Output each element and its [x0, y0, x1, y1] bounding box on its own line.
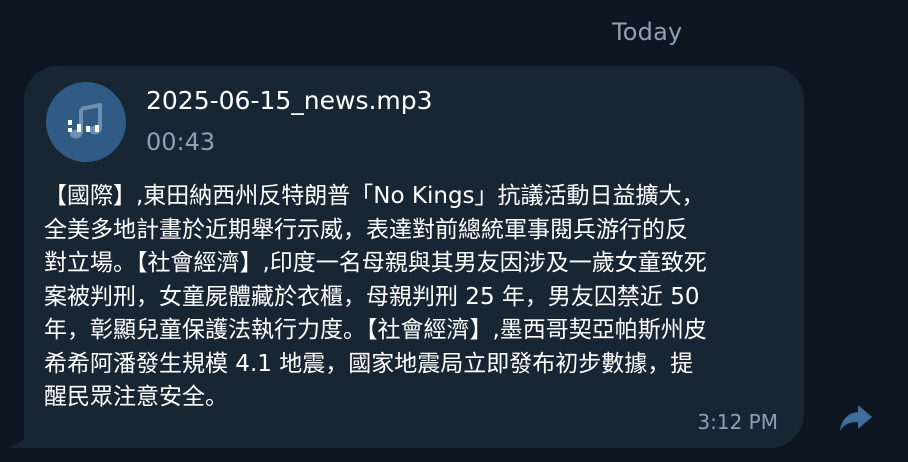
forward-button[interactable] [836, 398, 876, 438]
date-separator: Today [612, 18, 683, 46]
message-bubble[interactable]: 2025-06-15_news.mp3 00:43 【國際】,東田納西州反特朗普… [24, 66, 804, 448]
audio-duration: 00:43 [146, 128, 216, 156]
music-note-icon [68, 103, 102, 139]
audio-play-button[interactable] [46, 82, 126, 162]
forward-arrow-icon [840, 405, 872, 431]
chat-view: Today 2025-06-15_news.mp3 00:43 【國際】,東田納… [0, 0, 908, 462]
audio-attachment[interactable]: 2025-06-15_news.mp3 00:43 [46, 80, 646, 166]
message-timestamp: 3:12 PM [697, 410, 778, 434]
audio-file-name[interactable]: 2025-06-15_news.mp3 [146, 86, 433, 115]
message-text: 【國際】,東田納西州反特朗普「No Kings」抗議活動日益擴大，全美多地計畫於… [44, 183, 707, 410]
